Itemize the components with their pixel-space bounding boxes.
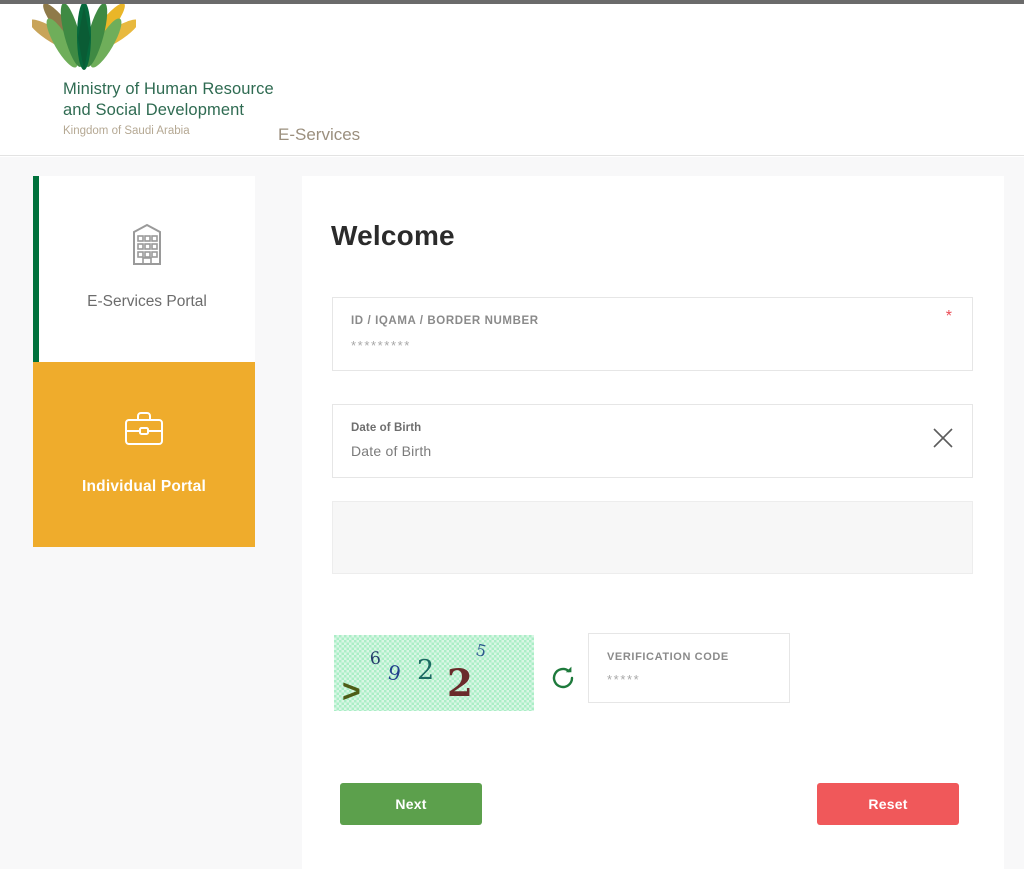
id-number-field[interactable]: ID / IQAMA / BORDER NUMBER ********* *	[332, 297, 973, 371]
captcha-char-3: 2	[417, 655, 434, 686]
ministry-name: Ministry of Human Resource and Social De…	[63, 79, 313, 139]
page-header: Ministry of Human Resource and Social De…	[0, 4, 1024, 156]
ministry-line-1: Ministry of Human Resource	[63, 79, 313, 100]
verification-code-label: VERIFICATION CODE	[607, 651, 729, 663]
date-of-birth-field[interactable]: Date of Birth Date of Birth	[332, 404, 973, 478]
captcha-char-2: 9	[386, 660, 403, 686]
date-of-birth-label: Date of Birth	[351, 422, 421, 434]
refresh-icon[interactable]	[549, 664, 577, 692]
eservices-title: E-Services	[278, 125, 360, 145]
reset-button[interactable]: Reset	[817, 783, 959, 825]
page-title: Welcome	[331, 220, 455, 252]
sidebar-item-eservices-portal[interactable]: E-Services Portal	[33, 176, 255, 362]
ministry-line-2: and Social Development	[63, 100, 313, 121]
next-button[interactable]: Next	[340, 783, 482, 825]
empty-field-panel[interactable]	[332, 501, 973, 574]
date-of-birth-value: Date of Birth	[351, 443, 431, 459]
building-icon	[39, 216, 255, 272]
briefcase-icon	[33, 401, 255, 457]
saudi-palm-emblem-icon	[32, 4, 136, 76]
login-panel: Welcome ID / IQAMA / BORDER NUMBER *****…	[302, 176, 1004, 869]
close-icon[interactable]	[930, 425, 956, 451]
kingdom-subtitle: Kingdom of Saudi Arabia	[63, 123, 313, 139]
captcha-char-0: >	[342, 673, 361, 710]
portal-sidebar: E-Services Portal Individual Portal	[33, 176, 255, 547]
verification-code-field[interactable]: VERIFICATION CODE *****	[588, 633, 790, 703]
captcha-char-4: 2	[447, 661, 473, 705]
id-number-value: *********	[351, 338, 411, 353]
sidebar-item-individual-portal[interactable]: Individual Portal	[33, 362, 255, 547]
sidebar-item-label-individual: Individual Portal	[33, 478, 255, 496]
id-number-label: ID / IQAMA / BORDER NUMBER	[351, 315, 539, 327]
captcha-char-1: 6	[369, 648, 382, 669]
captcha-char-5: 5	[474, 640, 488, 661]
verification-code-value: *****	[607, 672, 640, 687]
captcha-image: > 6 9 2 2 5	[334, 635, 534, 711]
sidebar-item-label-eservices: E-Services Portal	[39, 293, 255, 311]
page-body: E-Services Portal Individual Portal Welc…	[0, 157, 1024, 869]
required-asterisk-icon: *	[946, 308, 952, 326]
